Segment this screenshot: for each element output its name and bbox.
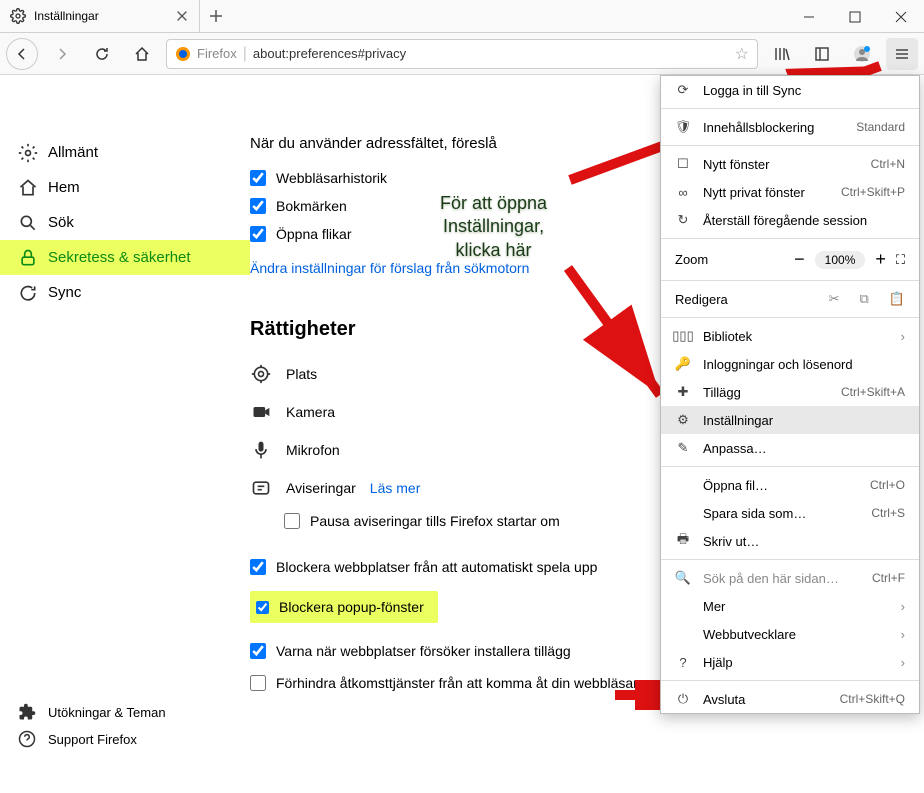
menu-content-blocking[interactable]: 🛡InnehållsblockeringStandard: [661, 113, 919, 141]
menu-restore-session[interactable]: ↻Återställ föregående session: [661, 206, 919, 234]
chevron-right-icon: ›: [901, 627, 905, 642]
checkbox-warn-addons[interactable]: Varna när webbplatser försöker installer…: [250, 637, 571, 665]
zoom-level: 100%: [815, 251, 866, 269]
puzzle-icon: [18, 703, 38, 723]
zoom-out-button[interactable]: −: [794, 249, 805, 270]
location-icon: [250, 363, 272, 385]
brush-icon: ✎: [675, 440, 691, 456]
menu-more[interactable]: Mer›: [661, 592, 919, 620]
library-icon: ▯▯▯: [675, 328, 691, 344]
new-tab-button[interactable]: [200, 0, 232, 32]
gear-icon: [10, 8, 26, 24]
sidebar-item-general[interactable]: Allmänt: [0, 135, 250, 170]
sidebar-item-sync[interactable]: Sync: [0, 275, 250, 310]
search-suggestions-link[interactable]: Ändra inställningar för förslag från sök…: [250, 260, 529, 276]
sidebar-item-extensions[interactable]: Utökningar & Teman: [0, 699, 250, 726]
sidebar-item-label: Support Firefox: [48, 732, 137, 747]
sidebar-item-label: Utökningar & Teman: [48, 705, 166, 720]
menu-save-as[interactable]: Spara sida som…Ctrl+S: [661, 499, 919, 527]
chevron-right-icon: ›: [901, 655, 905, 670]
sidebar-item-label: Sök: [48, 214, 74, 231]
chevron-right-icon: ›: [901, 599, 905, 614]
home-button[interactable]: [126, 38, 158, 70]
sidebar-item-search[interactable]: Sök: [0, 205, 250, 240]
copy-icon[interactable]: ⧉: [860, 291, 869, 307]
checkbox-block-popups[interactable]: Blockera popup-fönster: [250, 591, 438, 623]
menu-sign-in[interactable]: ⟳Logga in till Sync: [661, 76, 919, 104]
sidebar-item-label: Sekretess & säkerhet: [48, 249, 191, 266]
window-controls: [786, 0, 924, 32]
menu-quit[interactable]: ⏻AvslutaCtrl+Skift+Q: [661, 685, 919, 713]
perm-label: Aviseringar: [286, 480, 356, 496]
menu-new-private[interactable]: ∞Nytt privat fönsterCtrl+Skift+P: [661, 178, 919, 206]
menu-customize[interactable]: ✎Anpassa…: [661, 434, 919, 462]
search-icon: [18, 213, 38, 233]
zoom-in-button[interactable]: +: [875, 249, 886, 270]
menu-library[interactable]: ▯▯▯Bibliotek›: [661, 322, 919, 350]
menu-settings[interactable]: ⚙Inställningar: [661, 406, 919, 434]
cut-icon[interactable]: ✂: [829, 291, 840, 307]
gear-icon: ⚙: [675, 412, 691, 428]
search-icon: 🔍: [675, 570, 691, 586]
sidebar-item-support[interactable]: Support Firefox: [0, 726, 250, 753]
minimize-button[interactable]: [786, 0, 832, 33]
perm-label: Plats: [286, 366, 317, 382]
tutorial-annotation: För att öppna Inställningar, klicka här: [440, 192, 547, 262]
gear-icon: [18, 143, 38, 163]
learn-more-link[interactable]: Läs mer: [370, 480, 421, 496]
sync-icon: [18, 283, 38, 303]
window-icon: ☐: [675, 156, 691, 172]
question-icon: ?: [675, 654, 691, 670]
menu-zoom-row: Zoom − 100% + ⛶: [661, 243, 919, 276]
close-icon[interactable]: [175, 9, 189, 23]
perm-label: Mikrofon: [286, 442, 340, 458]
sidebar-item-label: Sync: [48, 284, 81, 301]
puzzle-icon: ✚: [675, 384, 691, 400]
menu-logins[interactable]: 🔑Inloggningar och lösenord: [661, 350, 919, 378]
preferences-sidebar: Allmänt Hem Sök Sekretess & säkerhet Syn…: [0, 75, 250, 793]
print-icon: 🖶: [675, 533, 691, 549]
app-menu-panel: ⟳Logga in till Sync 🛡Innehållsblockering…: [660, 75, 920, 714]
menu-edit-row: Redigera ✂ ⧉ 📋: [661, 285, 919, 313]
power-icon: ⏻: [675, 691, 691, 707]
lock-icon: [18, 248, 38, 268]
close-window-button[interactable]: [878, 0, 924, 33]
titlebar: Inställningar: [0, 0, 924, 33]
menu-open-file[interactable]: Öppna fil…Ctrl+O: [661, 471, 919, 499]
menu-webdev[interactable]: Webbutvecklare›: [661, 620, 919, 648]
reload-button[interactable]: [86, 38, 118, 70]
restore-icon: ↻: [675, 212, 691, 228]
sidebar-item-label: Hem: [48, 179, 80, 196]
question-icon: [18, 730, 38, 750]
paste-icon[interactable]: 📋: [889, 291, 905, 307]
menu-new-window[interactable]: ☐Nytt fönsterCtrl+N: [661, 150, 919, 178]
chevron-right-icon: ›: [901, 329, 905, 344]
menu-print[interactable]: 🖶Skriv ut…: [661, 527, 919, 555]
key-icon: 🔑: [675, 356, 691, 372]
tab-title: Inställningar: [34, 9, 167, 23]
fullscreen-button[interactable]: ⛶: [896, 252, 905, 268]
menu-addons[interactable]: ✚TilläggCtrl+Skift+A: [661, 378, 919, 406]
forward-button[interactable]: [46, 38, 78, 70]
notification-icon: [250, 477, 272, 499]
sidebar-item-home[interactable]: Hem: [0, 170, 250, 205]
home-icon: [18, 178, 38, 198]
camera-icon: [250, 401, 272, 423]
sync-icon: ⟳: [675, 82, 691, 98]
browser-tab[interactable]: Inställningar: [0, 0, 200, 32]
maximize-button[interactable]: [832, 0, 878, 33]
sidebar-item-label: Allmänt: [48, 144, 98, 161]
shield-icon: 🛡: [675, 119, 691, 135]
mask-icon: ∞: [675, 184, 691, 200]
microphone-icon: [250, 439, 272, 461]
url-text: about:preferences#privacy: [253, 46, 729, 61]
sidebar-item-privacy[interactable]: Sekretess & säkerhet: [0, 240, 250, 275]
sidebar-lower: Utökningar & Teman Support Firefox: [0, 699, 250, 753]
firefox-logo-icon: [175, 46, 191, 62]
menu-find[interactable]: 🔍Sök på den här sidan…Ctrl+F: [661, 564, 919, 592]
back-button[interactable]: [6, 38, 38, 70]
identity-label: Firefox: [197, 46, 237, 61]
perm-label: Kamera: [286, 404, 335, 420]
menu-help[interactable]: ?Hjälp›: [661, 648, 919, 676]
